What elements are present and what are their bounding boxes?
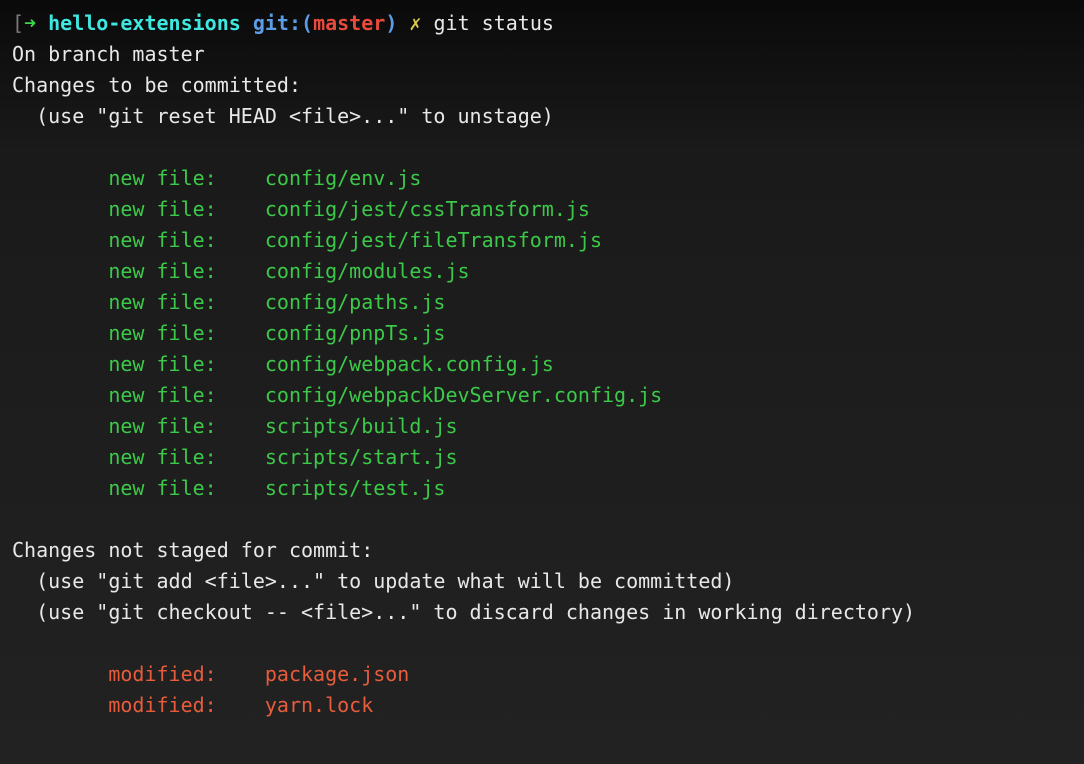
file-status-label: new file: [108, 411, 265, 442]
staged-file-row: new file:config/paths.js [12, 287, 1072, 318]
staged-file-row: new file:config/env.js [12, 163, 1072, 194]
file-path: config/webpack.config.js [265, 352, 554, 376]
unstaged-file-row: modified:yarn.lock [12, 690, 1072, 721]
file-path: scripts/test.js [265, 476, 446, 500]
staged-file-row: new file:config/webpackDevServer.config.… [12, 380, 1072, 411]
file-path: scripts/build.js [265, 414, 458, 438]
staged-files-list: new file:config/env.jsnew file:config/je… [12, 163, 1072, 504]
staged-file-row: new file:config/modules.js [12, 256, 1072, 287]
file-path: scripts/start.js [265, 445, 458, 469]
staged-file-row: new file:config/pnpTs.js [12, 318, 1072, 349]
file-status-label: new file: [108, 442, 265, 473]
prompt-bracket: [ [12, 11, 24, 35]
file-status-label: new file: [108, 194, 265, 225]
branch-name: master [313, 11, 385, 35]
branch-info: On branch master [12, 39, 1072, 70]
file-path: config/jest/fileTransform.js [265, 228, 602, 252]
prompt-line[interactable]: [➜ hello-extensions git:(master) ✗ git s… [12, 8, 1072, 39]
file-status-label: new file: [108, 163, 265, 194]
staged-file-row: new file:scripts/start.js [12, 442, 1072, 473]
blank-line [12, 132, 1072, 163]
file-status-label: new file: [108, 287, 265, 318]
file-path: yarn.lock [265, 693, 373, 717]
file-path: package.json [265, 662, 410, 686]
directory-name: hello-extensions [48, 11, 241, 35]
file-status-label: new file: [108, 318, 265, 349]
file-status-label: new file: [108, 225, 265, 256]
staged-header: Changes to be committed: [12, 70, 1072, 101]
file-path: config/env.js [265, 166, 422, 190]
command-input[interactable]: git status [434, 11, 554, 35]
staged-hint: (use "git reset HEAD <file>..." to unsta… [12, 101, 1072, 132]
file-path: config/jest/cssTransform.js [265, 197, 590, 221]
staged-file-row: new file:config/jest/fileTransform.js [12, 225, 1072, 256]
file-path: config/paths.js [265, 290, 446, 314]
file-status-label: new file: [108, 380, 265, 411]
staged-file-row: new file:scripts/build.js [12, 411, 1072, 442]
staged-file-row: new file:config/webpack.config.js [12, 349, 1072, 380]
file-path: config/modules.js [265, 259, 470, 283]
blank-line [12, 628, 1072, 659]
staged-file-row: new file:config/jest/cssTransform.js [12, 194, 1072, 225]
paren-close: ) [385, 11, 397, 35]
dirty-icon: ✗ [409, 11, 421, 35]
unstaged-file-row: modified:package.json [12, 659, 1072, 690]
unstaged-header: Changes not staged for commit: [12, 535, 1072, 566]
file-status-label: modified: [108, 690, 265, 721]
file-status-label: new file: [108, 349, 265, 380]
unstaged-hint-checkout: (use "git checkout -- <file>..." to disc… [12, 597, 1072, 628]
file-status-label: new file: [108, 473, 265, 504]
file-status-label: new file: [108, 256, 265, 287]
unstaged-hint-add: (use "git add <file>..." to update what … [12, 566, 1072, 597]
git-label: git: [253, 11, 301, 35]
file-path: config/webpackDevServer.config.js [265, 383, 662, 407]
file-status-label: modified: [108, 659, 265, 690]
blank-line [12, 504, 1072, 535]
staged-file-row: new file:scripts/test.js [12, 473, 1072, 504]
arrow-icon: ➜ [24, 11, 36, 35]
paren-open: ( [301, 11, 313, 35]
file-path: config/pnpTs.js [265, 321, 446, 345]
unstaged-files-list: modified:package.jsonmodified:yarn.lock [12, 659, 1072, 721]
